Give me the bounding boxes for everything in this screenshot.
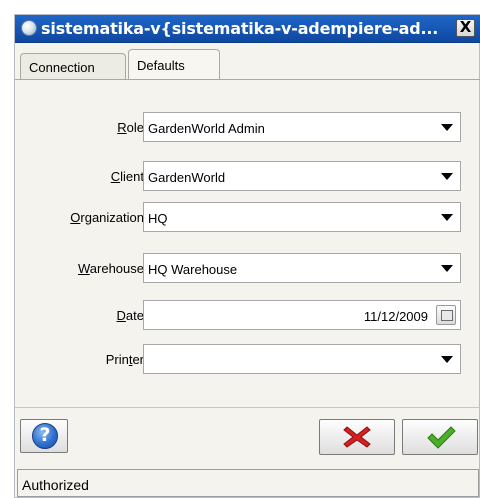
date-label: Date xyxy=(116,308,144,323)
client-value: GardenWorld xyxy=(148,170,226,185)
warehouse-value: HQ Warehouse xyxy=(148,262,238,277)
close-button[interactable]: X xyxy=(456,19,475,37)
help-button[interactable]: ? xyxy=(20,419,68,453)
chevron-down-icon[interactable] xyxy=(441,356,453,363)
printer-combobox[interactable] xyxy=(143,344,461,374)
date-value: 11/12/2009 xyxy=(363,309,428,324)
chevron-down-icon[interactable] xyxy=(441,173,453,180)
status-bar: Authorized xyxy=(17,469,479,497)
client-combobox[interactable]: GardenWorld xyxy=(143,161,461,191)
client-label: Client xyxy=(110,169,144,184)
tab-defaults[interactable]: Defaults xyxy=(128,49,220,80)
printer-label: Printer xyxy=(105,352,144,367)
organization-label: Organization xyxy=(70,210,144,225)
chevron-down-icon[interactable] xyxy=(441,214,453,221)
title-bar[interactable]: sistematika-v{sistematika-v-adempiere-ad… xyxy=(15,15,480,43)
warehouse-label: Warehouse xyxy=(77,261,144,276)
window-title: sistematika-v{sistematika-v-adempiere-ad… xyxy=(41,19,439,38)
calendar-icon[interactable] xyxy=(436,305,456,325)
role-combobox[interactable]: GardenWorld Admin xyxy=(143,112,461,142)
ok-button[interactable] xyxy=(402,419,478,455)
tab-bar: Connection Defaults xyxy=(15,43,480,80)
organization-value: HQ xyxy=(148,211,168,226)
chevron-down-icon[interactable] xyxy=(441,124,453,131)
app-icon xyxy=(21,20,37,36)
login-dialog: sistematika-v{sistematika-v-adempiere-ad… xyxy=(14,14,480,498)
date-field[interactable]: 11/12/2009 xyxy=(143,300,461,330)
cancel-button[interactable] xyxy=(319,419,395,455)
warehouse-combobox[interactable]: HQ Warehouse xyxy=(143,253,461,283)
role-label: Role xyxy=(117,120,144,135)
cancel-x-icon xyxy=(343,426,371,448)
check-icon xyxy=(427,426,456,449)
footer-divider xyxy=(15,407,480,408)
organization-combobox[interactable]: HQ xyxy=(143,202,461,232)
tab-connection[interactable]: Connection xyxy=(20,53,126,79)
role-value: GardenWorld Admin xyxy=(148,121,265,136)
help-icon: ? xyxy=(32,423,58,449)
chevron-down-icon[interactable] xyxy=(441,265,453,272)
